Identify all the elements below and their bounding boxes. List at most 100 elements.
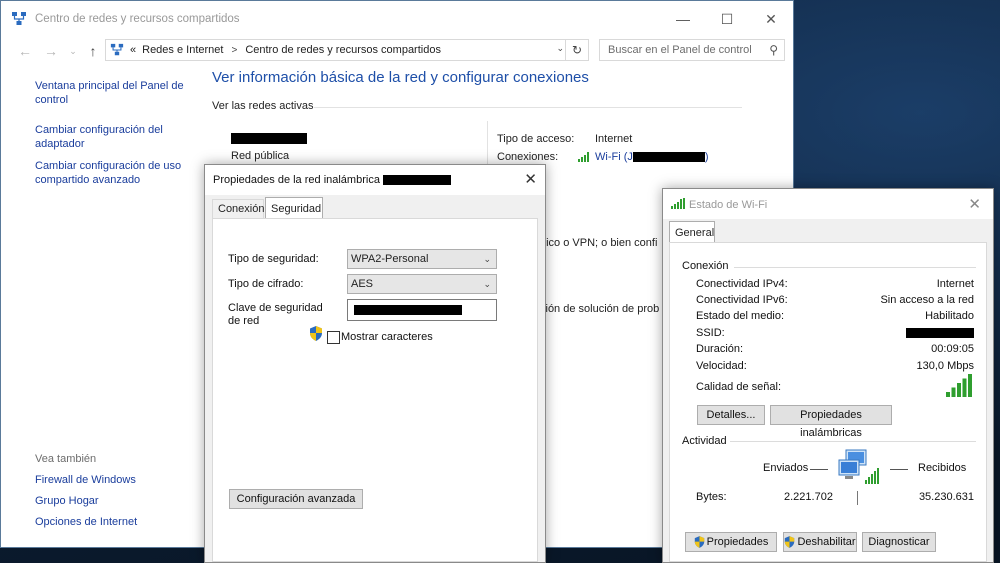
speed-label: Velocidad: — [696, 360, 747, 372]
network-center-icon — [12, 12, 26, 25]
cipher-type-select[interactable]: AES ⌄ — [347, 274, 497, 294]
address-row: ← → ⌄ ↑ « Redes e Internet > Centro de r… — [1, 39, 793, 63]
received-dash — [890, 469, 908, 470]
search-input[interactable] — [606, 43, 760, 57]
uac-shield-icon — [785, 536, 795, 548]
back-arrow-icon[interactable]: ← — [15, 41, 35, 61]
signal-bar — [962, 378, 967, 397]
tab-general[interactable]: General — [669, 221, 715, 242]
group-divider — [730, 441, 976, 442]
connections-label: Conexiones: — [497, 151, 559, 163]
up-arrow-icon[interactable]: ↑ — [83, 41, 103, 61]
left-pane: Ventana principal del Panel de control C… — [35, 79, 195, 195]
ipv6-label: Conectividad IPv6: — [696, 294, 788, 306]
wireless-properties-button[interactable]: Propiedades inalámbricas — [770, 405, 892, 439]
security-type-value: WPA2-Personal — [351, 253, 429, 265]
details-button[interactable]: Detalles... — [697, 405, 765, 425]
props-title-redacted — [383, 175, 451, 186]
wifi-signal-icon — [578, 152, 589, 162]
duration-label: Duración: — [696, 343, 744, 355]
show-characters-label[interactable]: Mostrar caracteres — [341, 331, 433, 343]
wireless-properties-dialog: Propiedades de la red inalámbrica ✕ Cone… — [204, 164, 546, 563]
received-label: Recibidos — [918, 462, 967, 474]
see-also-header: Vea también — [35, 453, 97, 465]
security-panel: Tipo de seguridad: WPA2-Personal ⌄ Tipo … — [212, 218, 538, 562]
link-change-adapter-settings[interactable]: Cambiar configuración del adaptador — [35, 123, 195, 151]
wifi-titlebar[interactable]: Estado de Wi-Fi ✕ — [663, 189, 993, 219]
network-type[interactable]: Red pública — [231, 150, 289, 162]
partial-text-troubleshoot[interactable]: ción de solución de prob — [540, 303, 659, 315]
ipv6-value: Sin acceso a la red — [880, 294, 974, 306]
forward-arrow-icon[interactable]: → — [41, 41, 61, 61]
advanced-settings-button[interactable]: Configuración avanzada — [229, 489, 363, 509]
properties-button[interactable]: Propiedades — [685, 532, 777, 552]
link-firewall[interactable]: Firewall de Windows — [35, 473, 195, 487]
refresh-icon[interactable]: ↻ — [565, 40, 588, 60]
window-title: Centro de redes y recursos compartidos — [35, 13, 240, 25]
chevron-down-icon: ⌄ — [483, 254, 491, 264]
minimize-button[interactable]: — — [661, 1, 705, 37]
show-characters-checkbox[interactable] — [327, 331, 340, 344]
link-advanced-sharing[interactable]: Cambiar configuración de uso compartido … — [35, 159, 195, 187]
props-title-text: Propiedades de la red inalámbrica — [213, 174, 380, 186]
tab-seguridad[interactable]: Seguridad — [265, 197, 323, 218]
wifi-connection-suffix: ) — [704, 151, 709, 163]
security-key-redacted — [354, 305, 462, 315]
link-control-panel-home[interactable]: Ventana principal del Panel de control — [35, 79, 195, 107]
sent-label: Enviados — [763, 462, 809, 474]
see-also-section: Vea también Firewall de Windows Grupo Ho… — [35, 453, 195, 536]
tab-conexion[interactable]: Conexión — [212, 199, 264, 218]
access-type-value: Internet — [595, 133, 633, 145]
properties-button-label: Propiedades — [706, 536, 769, 548]
close-icon[interactable]: ✕ — [968, 195, 981, 213]
maximize-button[interactable]: ☐ — [705, 1, 749, 37]
activity-group-label: Actividad — [682, 435, 727, 447]
recent-dropdown-icon[interactable]: ⌄ — [63, 41, 83, 61]
wifi-general-panel: Conexión Conectividad IPv4: Internet Con… — [669, 242, 987, 562]
link-homegroup[interactable]: Grupo Hogar — [35, 494, 195, 508]
uac-shield-icon — [694, 536, 704, 548]
breadcrumb-separator[interactable]: > — [231, 45, 237, 56]
titlebar[interactable]: Centro de redes y recursos compartidos —… — [1, 1, 793, 37]
wifi-status-dialog: Estado de Wi-Fi ✕ General Conexión Conec… — [662, 188, 994, 563]
breadcrumb-redes-internet[interactable]: Redes e Internet — [142, 44, 223, 56]
wifi-connection-link[interactable]: Wi-Fi (J) — [595, 151, 709, 163]
partial-text-vpn[interactable]: nico o VPN; o bien confi — [540, 237, 657, 249]
disable-button-label: Deshabilitar — [797, 536, 856, 548]
active-networks-label: Ver las redes activas — [212, 100, 314, 112]
access-type-label: Tipo de acceso: — [497, 133, 575, 145]
props-titlebar[interactable]: Propiedades de la red inalámbrica ✕ — [205, 165, 545, 195]
search-icon[interactable]: ⚲ — [769, 43, 778, 57]
wifi-signal-icon — [671, 198, 685, 209]
security-type-label: Tipo de seguridad: — [228, 253, 319, 265]
network-computers-icon — [838, 449, 879, 484]
bytes-label: Bytes: — [696, 491, 727, 503]
security-key-label: Clave de seguridad de red — [228, 302, 323, 327]
close-icon[interactable]: ✕ — [524, 170, 537, 188]
props-title: Propiedades de la red inalámbrica — [213, 174, 451, 186]
ssid-redacted — [906, 328, 974, 338]
diagnose-button[interactable]: Diagnosticar — [862, 532, 936, 552]
breadcrumb-overflow[interactable]: « — [130, 44, 136, 56]
signal-bar — [968, 374, 972, 397]
uac-shield-icon — [310, 326, 322, 341]
close-button[interactable]: ✕ — [749, 1, 793, 37]
wifi-connection-prefix: Wi-Fi (J — [595, 151, 633, 163]
signal-quality-label: Calidad de señal: — [696, 381, 782, 393]
search-box: ⚲ — [599, 39, 785, 61]
bytes-received-value: 35.230.631 — [918, 491, 974, 503]
ipv4-value: Internet — [936, 278, 974, 290]
signal-bar — [957, 383, 961, 397]
chevron-down-icon[interactable]: ⌄ — [556, 43, 564, 54]
security-key-input[interactable] — [347, 299, 497, 321]
bytes-sent-value: 2.221.702 — [784, 491, 833, 503]
address-bar[interactable]: « Redes e Internet > Centro de redes y r… — [105, 39, 589, 61]
security-type-select[interactable]: WPA2-Personal ⌄ — [347, 249, 497, 269]
breadcrumb-current[interactable]: Centro de redes y recursos compartidos — [245, 44, 441, 56]
media-state-value: Habilitado — [925, 310, 974, 322]
disable-button[interactable]: Deshabilitar — [783, 532, 857, 552]
duration-value: 00:09:05 — [931, 343, 974, 355]
link-internet-options[interactable]: Opciones de Internet — [35, 515, 195, 529]
ipv4-label: Conectividad IPv4: — [696, 278, 788, 290]
chevron-down-icon: ⌄ — [483, 279, 491, 289]
